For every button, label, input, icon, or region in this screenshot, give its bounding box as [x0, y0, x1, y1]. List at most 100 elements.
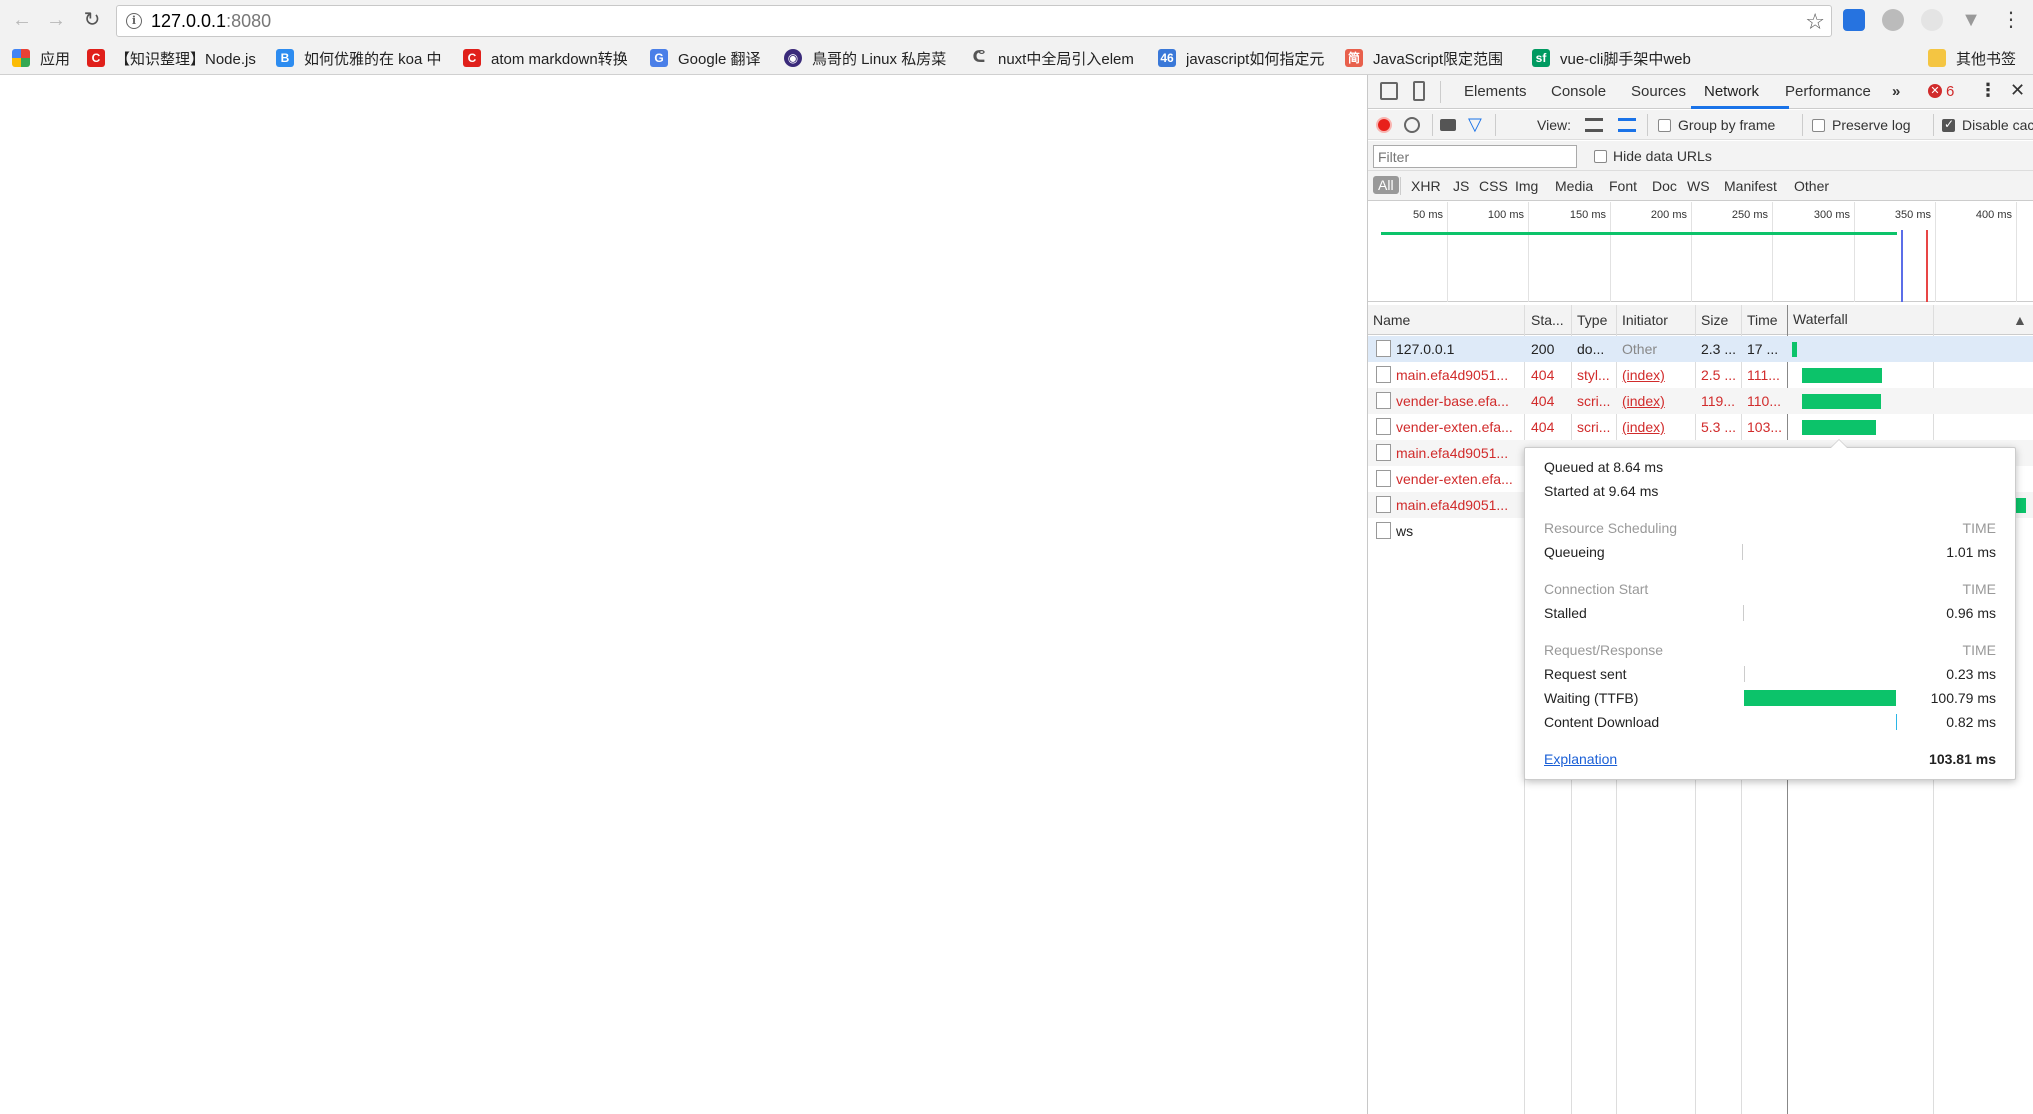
divider: [1933, 114, 1934, 136]
explanation-link[interactable]: Explanation: [1544, 751, 1617, 767]
column-status[interactable]: Sta...: [1531, 312, 1564, 328]
document-icon: [1376, 418, 1391, 435]
table-row[interactable]: main.efa4d9051... 404 styl... (index) 2.…: [1368, 362, 2033, 388]
hide-data-urls-checkbox[interactable]: [1594, 150, 1607, 163]
record-icon[interactable]: [1376, 117, 1392, 133]
bookmark-label: vue-cli脚手架中web: [1560, 50, 1691, 68]
type-filter-css[interactable]: CSS: [1479, 178, 1508, 194]
column-name[interactable]: Name: [1373, 312, 1410, 328]
devtools-menu-icon[interactable]: ⋮: [1979, 80, 1997, 101]
type-filter-doc[interactable]: Doc: [1652, 178, 1677, 194]
inspect-element-icon[interactable]: [1380, 82, 1398, 100]
type-filter-xhr[interactable]: XHR: [1411, 178, 1441, 194]
column-size[interactable]: Size: [1701, 312, 1728, 328]
bookmark-item[interactable]: sf vue-cli脚手架中web: [1532, 47, 1704, 69]
tab-sources[interactable]: Sources: [1631, 83, 1686, 100]
table-row[interactable]: vender-base.efa... 404 scri... (index) 1…: [1368, 388, 2033, 414]
column-time[interactable]: Time: [1747, 312, 1778, 328]
column-waterfall[interactable]: Waterfall: [1793, 311, 1848, 327]
type-filter-img[interactable]: Img: [1515, 178, 1538, 194]
document-icon: [1376, 470, 1391, 487]
waterfall-bar[interactable]: [2016, 498, 2026, 513]
timing-tick: [1743, 605, 1744, 621]
popover-arrow: [1830, 439, 1848, 448]
tab-console[interactable]: Console: [1551, 83, 1606, 100]
column-initiator[interactable]: Initiator: [1622, 312, 1668, 328]
device-toolbar-icon[interactable]: [1413, 81, 1425, 101]
clear-icon[interactable]: [1404, 117, 1420, 133]
filter-input[interactable]: [1373, 145, 1577, 168]
bookmark-item[interactable]: B 如何优雅的在 koa 中: [276, 47, 446, 69]
request-initiator-link[interactable]: (index): [1622, 419, 1665, 435]
type-filter-media[interactable]: Media: [1555, 178, 1593, 194]
waterfall-sort-icon[interactable]: ▲: [2013, 312, 2027, 328]
extension-circle-icon[interactable]: [1882, 9, 1904, 31]
filter-row: Hide data URLs: [1368, 141, 2033, 171]
bookmark-item[interactable]: G Google 翻译: [650, 47, 770, 69]
preserve-log-checkbox[interactable]: [1812, 119, 1825, 132]
request-status: 404: [1531, 367, 1555, 383]
group-by-frame-label: Group by frame: [1678, 117, 1776, 133]
waterfall-overview-icon[interactable]: [1618, 118, 1636, 132]
disable-cache-checkbox[interactable]: [1942, 117, 1955, 132]
bookmark-apps[interactable]: 应用: [12, 47, 80, 69]
waterfall-bar[interactable]: [1792, 342, 1797, 357]
bookmark-other[interactable]: 其他书签: [1928, 47, 2028, 69]
reload-icon[interactable]: ↻: [78, 6, 106, 34]
network-overview[interactable]: 50 ms 100 ms 150 ms 200 ms 250 ms 300 ms…: [1368, 202, 2033, 302]
bookmark-item[interactable]: ᕦ nuxt中全局引入elem: [970, 47, 1140, 69]
bookmark-label: 如何优雅的在 koa 中: [304, 50, 442, 68]
back-arrow-icon[interactable]: ←: [8, 6, 36, 34]
more-tabs-icon[interactable]: »: [1892, 83, 1900, 100]
browser-menu-icon[interactable]: ⋮: [2000, 9, 2022, 31]
column-type[interactable]: Type: [1577, 312, 1607, 328]
overview-tick-label: 350 ms: [1894, 209, 1931, 221]
bookmark-item[interactable]: 46 javascript如何指定元: [1158, 47, 1330, 69]
request-name: main.efa4d9051...: [1396, 367, 1509, 383]
capture-screenshots-icon[interactable]: [1440, 119, 1456, 131]
bookmark-item[interactable]: C atom markdown转换: [463, 47, 633, 69]
bookmark-item[interactable]: 简 JavaScript限定范围: [1345, 47, 1517, 69]
type-filter-other[interactable]: Other: [1794, 178, 1829, 194]
overview-gridline: [1854, 202, 1855, 302]
request-initiator-link[interactable]: (index): [1622, 393, 1665, 409]
bookmark-star-icon[interactable]: ☆: [1805, 9, 1825, 35]
close-devtools-icon[interactable]: ✕: [2010, 80, 2025, 101]
site-info-icon[interactable]: i: [126, 13, 142, 29]
error-icon[interactable]: ✕: [1928, 84, 1942, 98]
section-time-label: TIME: [1962, 581, 1996, 597]
document-icon: [1376, 340, 1391, 357]
extension-vue-icon[interactable]: ▼: [1960, 9, 1982, 31]
waterfall-bar[interactable]: [1802, 394, 1881, 409]
type-filter-font[interactable]: Font: [1609, 178, 1637, 194]
tab-performance[interactable]: Performance: [1785, 83, 1871, 100]
hide-data-urls-label: Hide data URLs: [1613, 148, 1712, 164]
tab-elements[interactable]: Elements: [1464, 83, 1527, 100]
table-row[interactable]: 127.0.0.1 200 do... Other 2.3 ... 17 ...: [1368, 336, 2033, 362]
tab-network[interactable]: Network: [1704, 83, 1759, 100]
waterfall-bar[interactable]: [1802, 368, 1882, 383]
address-bar[interactable]: i 127.0.0.1:8080 ☆: [116, 5, 1832, 37]
document-icon: [1376, 444, 1391, 461]
filter-funnel-icon[interactable]: ▽: [1468, 114, 1482, 135]
error-count[interactable]: 6: [1946, 83, 1954, 100]
type-filter-js[interactable]: JS: [1453, 178, 1469, 194]
forward-arrow-icon[interactable]: →: [42, 6, 70, 34]
group-by-frame-checkbox[interactable]: [1658, 119, 1671, 132]
waterfall-bar[interactable]: [1802, 420, 1876, 435]
timing-label: Waiting (TTFB): [1544, 690, 1639, 706]
table-row[interactable]: vender-exten.efa... 404 scri... (index) …: [1368, 414, 2033, 440]
type-filter-all[interactable]: All: [1373, 176, 1399, 194]
document-icon: [1376, 496, 1391, 513]
bookmark-item[interactable]: ◉ 鳥哥的 Linux 私房菜: [784, 47, 954, 69]
request-initiator-link[interactable]: (index): [1622, 367, 1665, 383]
extension-pocket-icon[interactable]: [1843, 9, 1865, 31]
extension-feather-icon[interactable]: [1921, 9, 1943, 31]
bookmark-item[interactable]: C 【知识整理】Node.js: [87, 47, 259, 69]
type-filter-ws[interactable]: WS: [1687, 178, 1710, 194]
type-filter-manifest[interactable]: Manifest: [1724, 178, 1777, 194]
total-time: 103.81 ms: [1929, 751, 1996, 767]
divider: [1647, 114, 1648, 136]
request-size: 5.3 ...: [1701, 419, 1737, 435]
large-rows-icon[interactable]: [1585, 118, 1603, 132]
